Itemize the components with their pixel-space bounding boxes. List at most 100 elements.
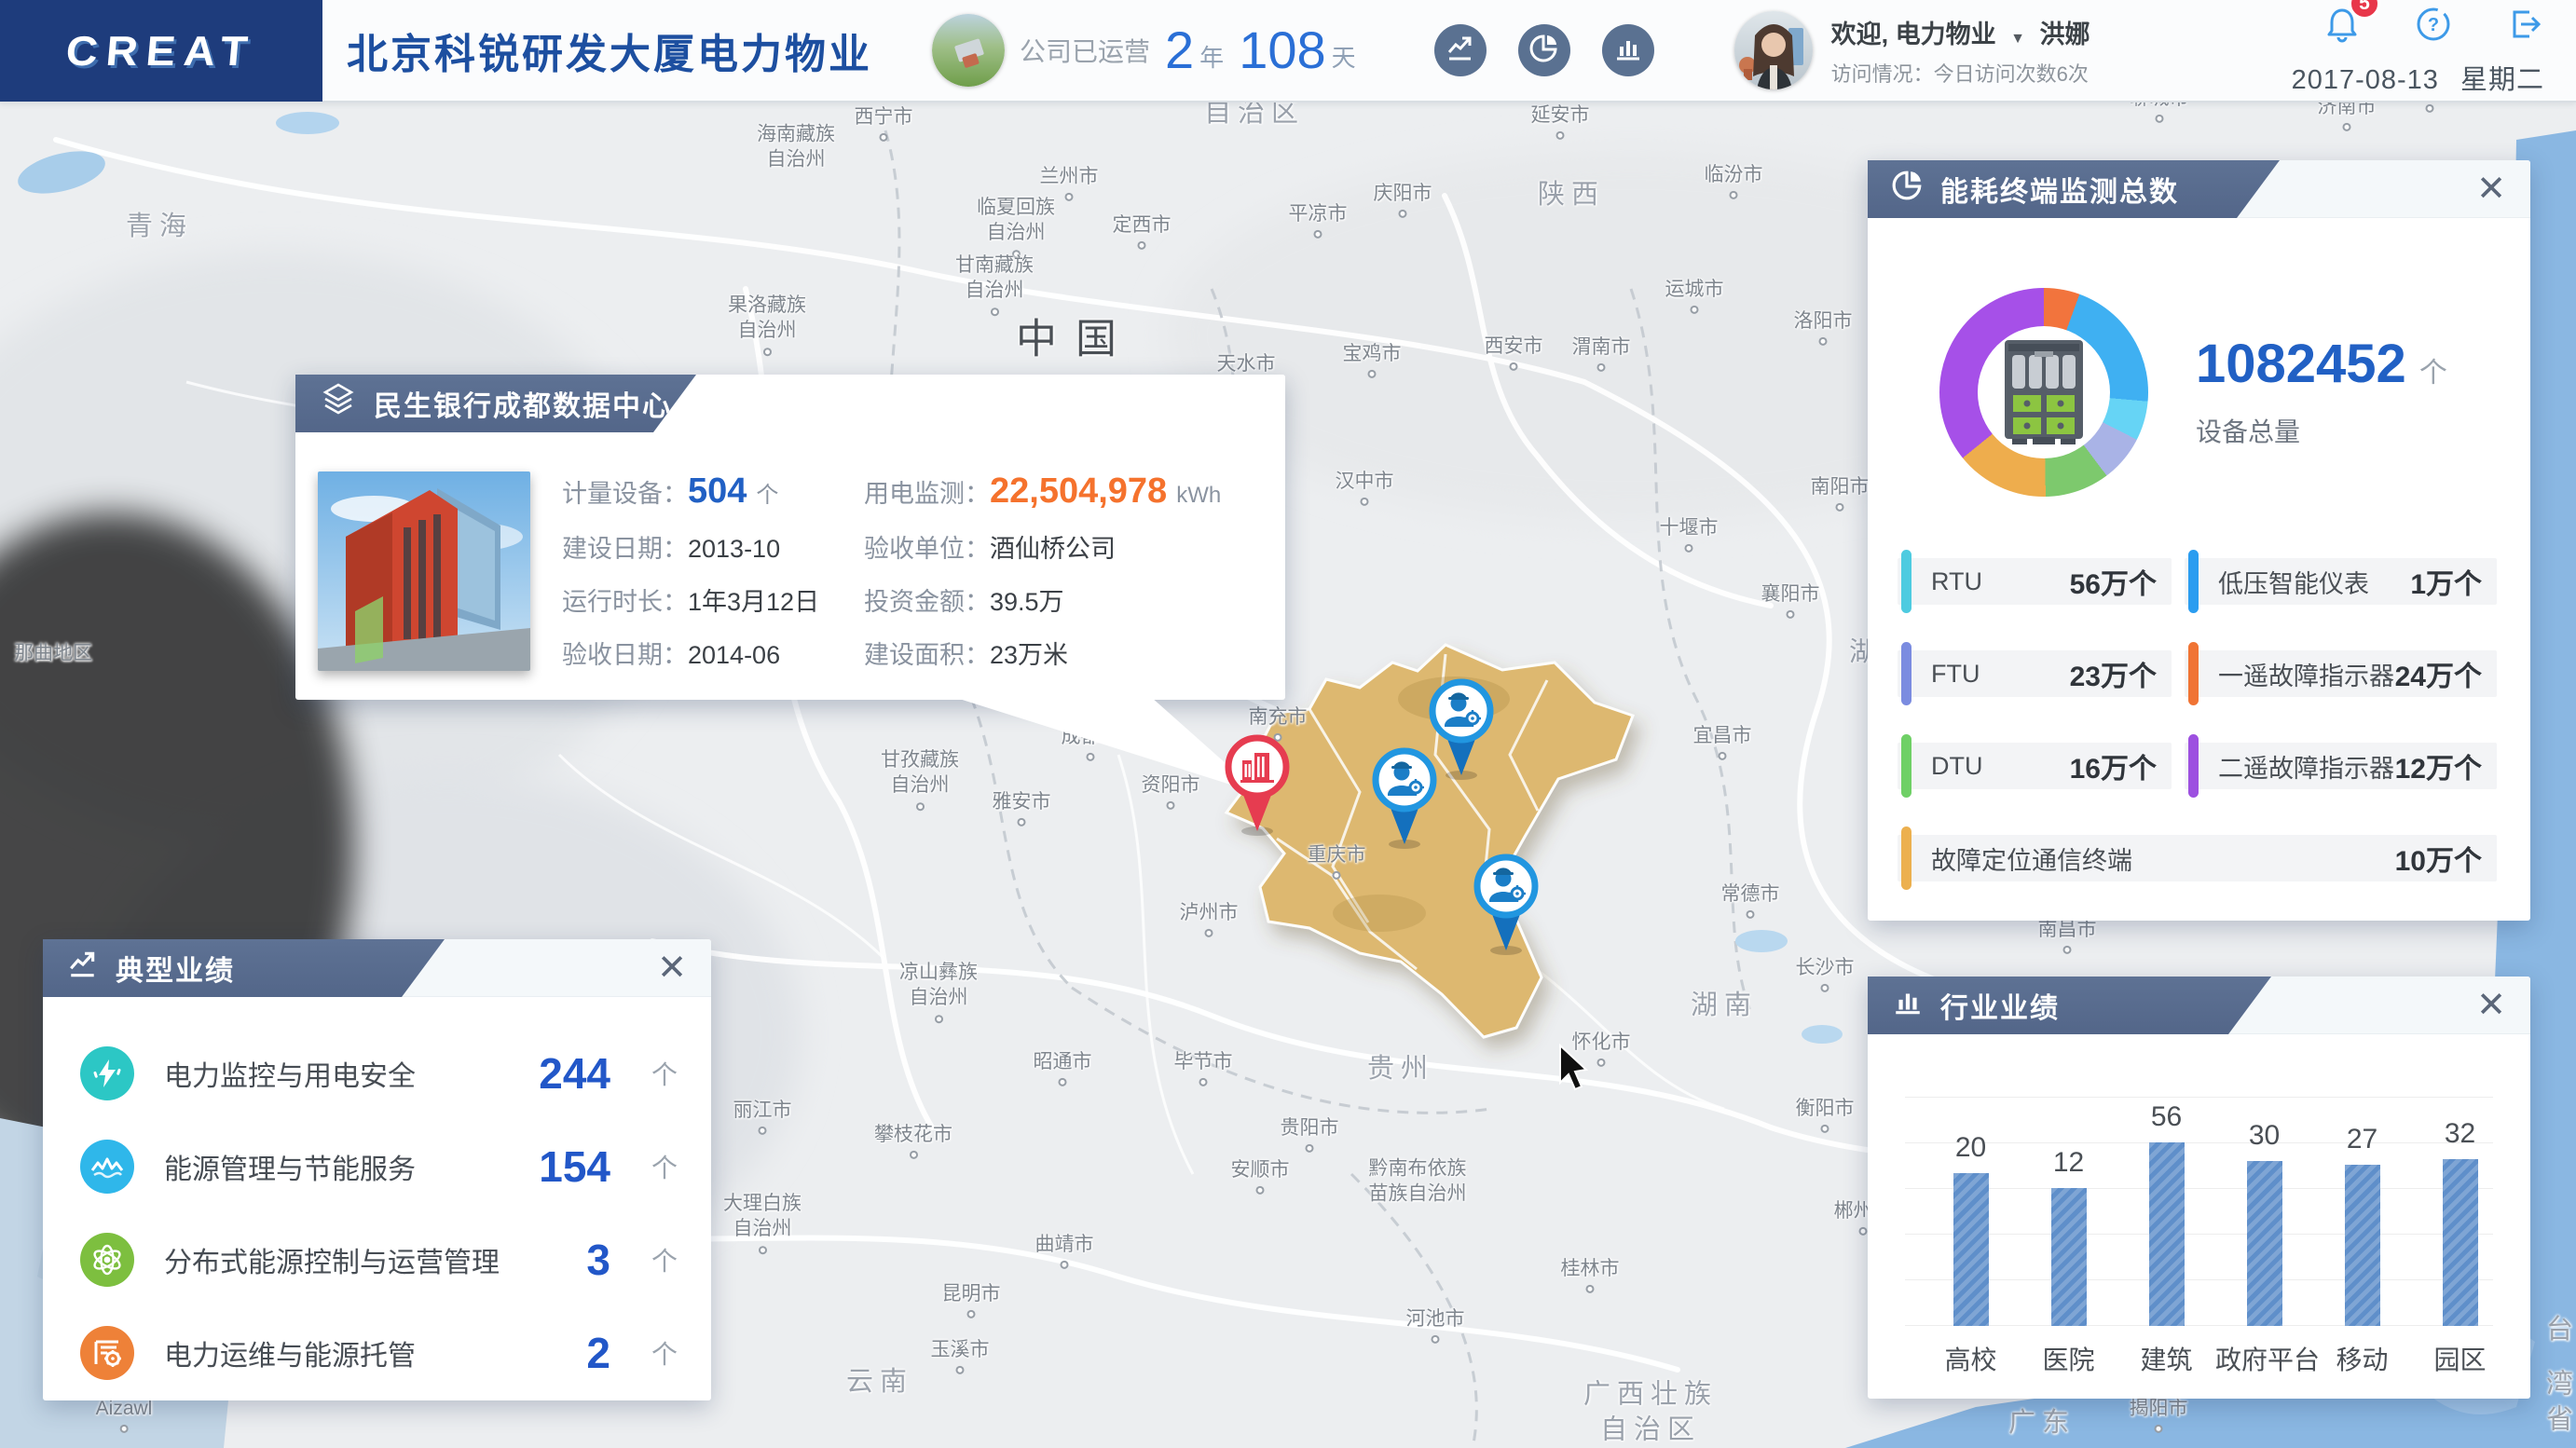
industry-bar (1953, 1173, 1989, 1326)
bar-value-label: 32 (2444, 1118, 2476, 1149)
device-value: 12万个 (2394, 754, 2482, 785)
device-value: 16万个 (2069, 754, 2157, 785)
performance-row: 电力监控与用电安全 244 个 (80, 1027, 678, 1120)
logout-button[interactable] (2505, 5, 2544, 48)
device-color-bar (1901, 734, 1911, 798)
device-row: 故障定位通信终端 10万个 (1898, 826, 2497, 890)
panel-title: 典型业绩 (116, 956, 235, 987)
top-header: CREAT 北京科锐研发大厦电力物业 公司已运营 2 年 108 天 欢迎, 电… (0, 0, 2576, 102)
panel-banner: 典型业绩 (43, 939, 445, 997)
popup-field: 投资金额： 39.5万 (864, 588, 1064, 616)
bar-category-label: 医院 (2042, 1346, 2095, 1374)
svg-text:?: ? (2428, 15, 2439, 35)
performance-row: 分布式能源控制与运营管理 3 个 (80, 1213, 678, 1306)
popup-field: 建设面积： 23万米 (864, 641, 1069, 669)
device-value: 10万个 (2394, 846, 2482, 877)
operating-years: 2 (1165, 20, 1195, 79)
panel-header: 典型业绩 ✕ (43, 939, 711, 997)
device-color-bar (2188, 734, 2199, 798)
device-cabinet-icon (1939, 288, 2148, 497)
industry-bar (2050, 1188, 2087, 1326)
performance-label: 电力运维与能源托管 (164, 1341, 416, 1372)
map-canvas[interactable]: 西宁市 海南藏族 自治州 自治区 兰州市 临夏回族 自治州 定西市 平凉市 庆阳市 延安市 临汾市… (0, 102, 2576, 1448)
device-total-value: 1082452 (2196, 334, 2406, 394)
industry-bar (2344, 1165, 2380, 1326)
close-icon[interactable]: ✕ (657, 950, 687, 986)
layers-icon (320, 381, 357, 426)
popup-field: 建设日期： 2013-10 (562, 535, 781, 563)
help-button[interactable]: ? (2414, 5, 2453, 48)
close-icon[interactable]: ✕ (2476, 171, 2506, 207)
greeting-text: 欢迎, 电力物业 (1830, 20, 1996, 48)
device-label: 故障定位通信终端 (1931, 846, 2132, 875)
popup-field: 验收日期： 2014-06 (562, 641, 781, 669)
operating-days: 108 (1239, 20, 1326, 79)
worker-pin[interactable] (1369, 745, 1440, 850)
company-pin[interactable] (1222, 732, 1293, 837)
device-row: 一遥故障指示器 24万个 (2185, 642, 2497, 705)
worker-pin[interactable] (1471, 852, 1541, 956)
device-label: FTU (1931, 659, 1980, 688)
bar-category-label: 移动 (2336, 1346, 2389, 1374)
brand-logo[interactable]: CREAT (0, 0, 322, 102)
device-color-bar (2188, 550, 2199, 613)
bar-chart-icon (1892, 986, 1924, 1025)
industry-bar (2148, 1142, 2185, 1326)
panel-energy-terminals: 能耗终端监测总数 ✕ 1082452 个 设备总量 RTU 56万个 低压智能仪表 1万… (1868, 160, 2530, 921)
performance-value: 3 (586, 1236, 610, 1284)
operating-years-unit: 年 (1199, 43, 1225, 72)
notification-bell-button[interactable]: 5 (2323, 0, 2380, 48)
popup-title: 民生银行成都数据中心 (374, 391, 672, 422)
panel-industry-performance: 行业业绩 ✕ 20 12 56 30 27 32 高校 医院 建筑 政府平台 移动 园区 (1868, 977, 2530, 1399)
header-right: 5 ? 2017-08-13 星期二 (2279, 0, 2576, 97)
date-text: 2017-08-13 (2291, 64, 2439, 95)
chevron-down-icon: ▼ (2010, 30, 2026, 47)
device-total-unit: 个 (2418, 358, 2447, 389)
popup-field: 验收单位：酒仙桥公司 (864, 535, 1116, 563)
device-label: DTU (1931, 751, 1983, 780)
device-label: RTU (1931, 567, 1983, 595)
device-label: 一遥故障指示器 (2218, 662, 2394, 690)
performance-value: 244 (539, 1049, 610, 1098)
lightning-icon (80, 1046, 134, 1100)
panel-header: 能耗终端监测总数 ✕ (1868, 160, 2530, 218)
performance-unit: 个 (651, 1340, 678, 1369)
panel-header: 行业业绩 ✕ (1868, 977, 2530, 1034)
popup-field: 用电监测： 22,504,978 kWh (864, 471, 1222, 511)
device-label: 低压智能仪表 (2218, 569, 2369, 598)
device-total: 1082452 个 设备总量 (2196, 337, 2447, 449)
device-color-bar (2188, 642, 2199, 705)
pie-chart-icon (1529, 34, 1559, 68)
gear-panel-icon (80, 1326, 134, 1380)
device-row: DTU 16万个 (1898, 734, 2172, 798)
performance-row: 能源管理与节能服务 154 个 (80, 1120, 678, 1213)
bar-chart-categories: 高校 医院 建筑 政府平台 移动 园区 (1922, 1340, 2509, 1377)
performance-unit: 个 (651, 1247, 678, 1276)
bar-category-label: 园区 (2433, 1346, 2487, 1374)
atom-icon (80, 1233, 134, 1287)
bar-chart: 20 12 56 30 27 32 (1922, 1098, 2509, 1326)
performance-unit: 个 (651, 1154, 678, 1182)
close-icon[interactable]: ✕ (2476, 988, 2506, 1023)
user-greeting-row[interactable]: 欢迎, 电力物业 ▼ 洪娜 (1831, 14, 2090, 50)
device-color-bar (1901, 642, 1911, 705)
company-operating-stat: 公司已运营 2 年 108 天 (932, 14, 1365, 87)
performance-label: 能源管理与节能服务 (164, 1154, 416, 1185)
wave-icon (80, 1140, 134, 1194)
device-value: 24万个 (2394, 662, 2482, 692)
device-value: 23万个 (2069, 662, 2157, 692)
industry-bar (2442, 1159, 2478, 1326)
company-photo-icon (932, 14, 1005, 87)
bar-category-label: 高校 (1944, 1346, 1997, 1374)
popup-banner: 民生银行成都数据中心 (295, 375, 696, 432)
quick-chart-buttons (1433, 24, 1654, 76)
trend-chart-button[interactable] (1433, 24, 1487, 76)
device-color-bar (1901, 550, 1911, 613)
bar-category-label: 政府平台 (2215, 1346, 2321, 1374)
building-photo (318, 471, 530, 671)
bar-chart-button[interactable] (1601, 24, 1654, 76)
avatar[interactable] (1733, 11, 1813, 89)
performance-unit: 个 (651, 1060, 678, 1089)
device-value: 56万个 (2069, 569, 2157, 600)
pie-chart-button[interactable] (1517, 24, 1570, 76)
